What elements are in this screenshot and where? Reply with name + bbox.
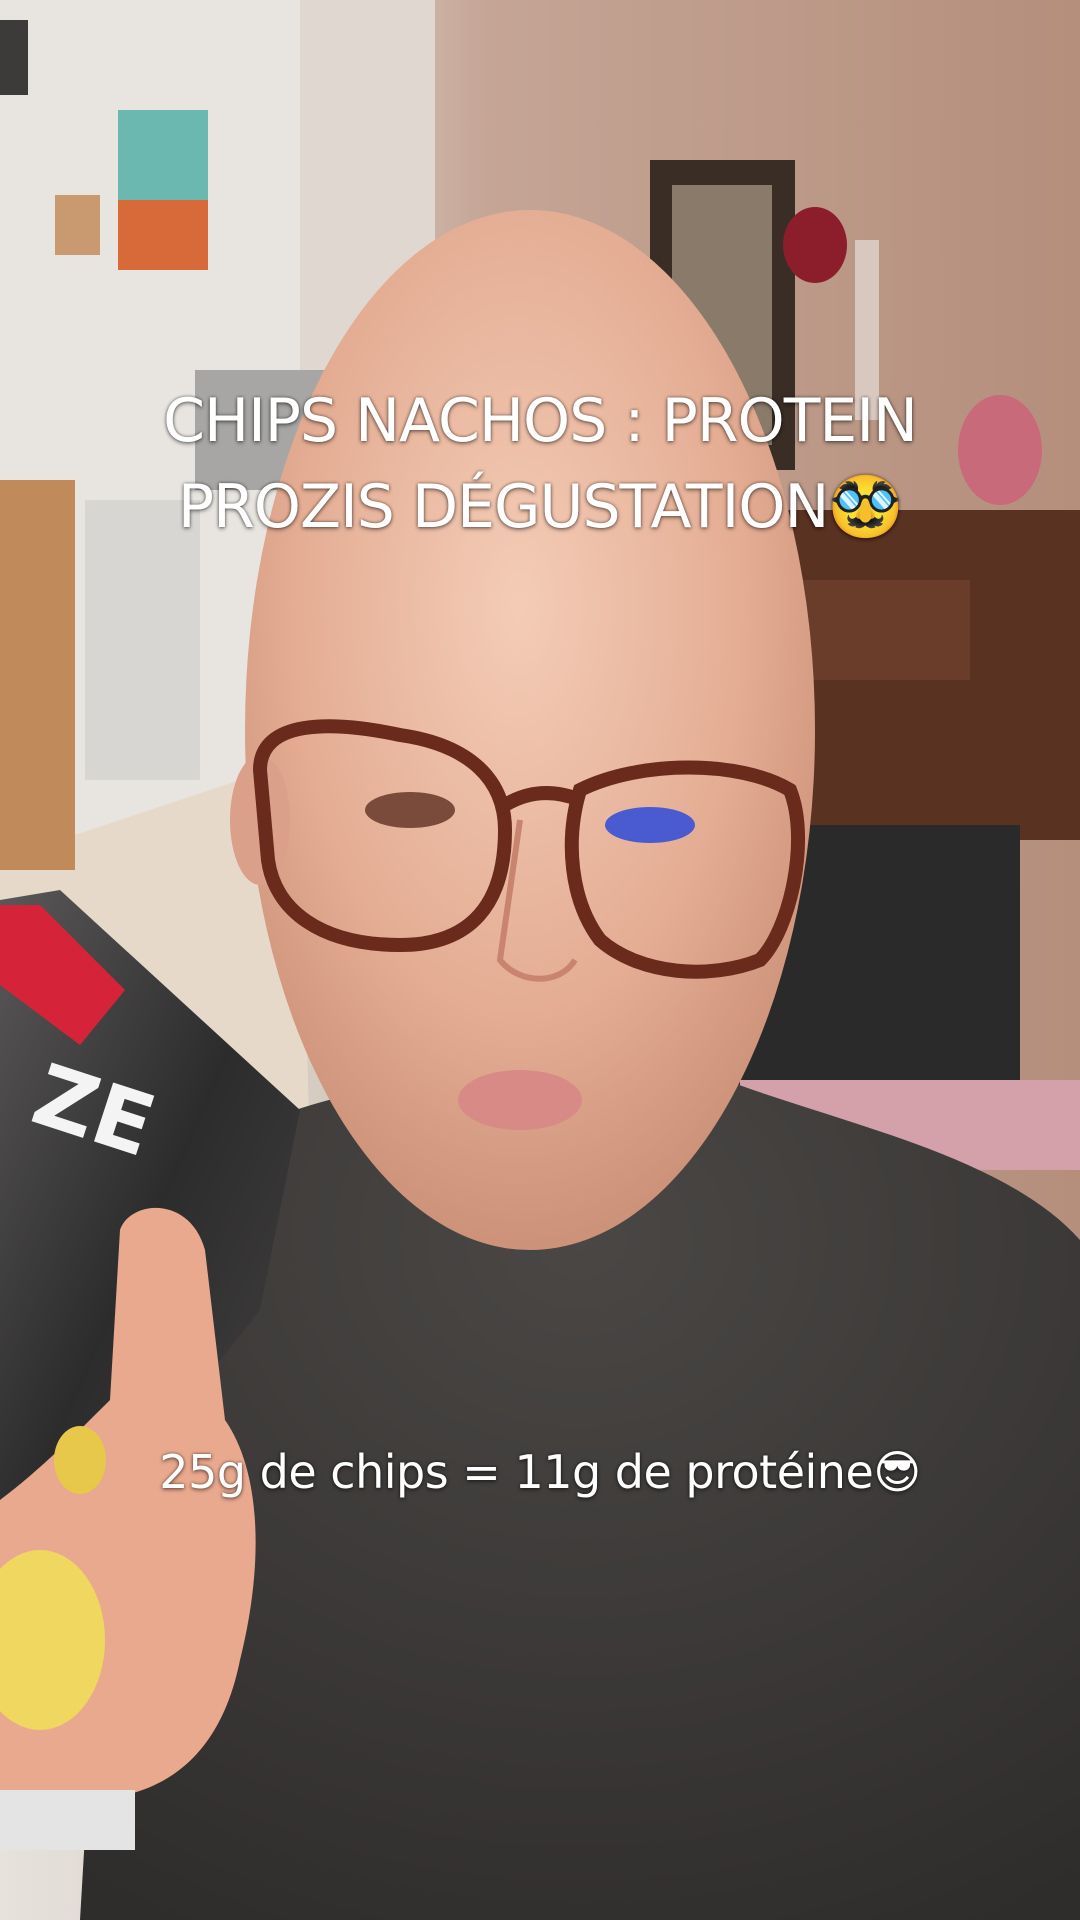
top-left-frame [0, 20, 28, 95]
title-line-1: CHIPS NACHOS : PROTEIN [163, 386, 918, 456]
subtitle-overlay: 25g de chips = 11g de protéine😎 [159, 1445, 921, 1499]
painting-landscape-bottom [118, 200, 208, 270]
small-frame [55, 195, 100, 255]
video-frame-background: ZE [0, 0, 1080, 1920]
video-title-overlay: CHIPS NACHOS : PROTEIN PROZIS DÉGUSTATIO… [0, 378, 1080, 550]
eye-right [605, 807, 695, 843]
lips [458, 1070, 582, 1130]
heart-decoration [783, 207, 847, 283]
title-line-2: PROZIS DÉGUSTATION🥸 [177, 472, 903, 542]
eye-left [365, 792, 455, 828]
watch-band [0, 1790, 135, 1850]
